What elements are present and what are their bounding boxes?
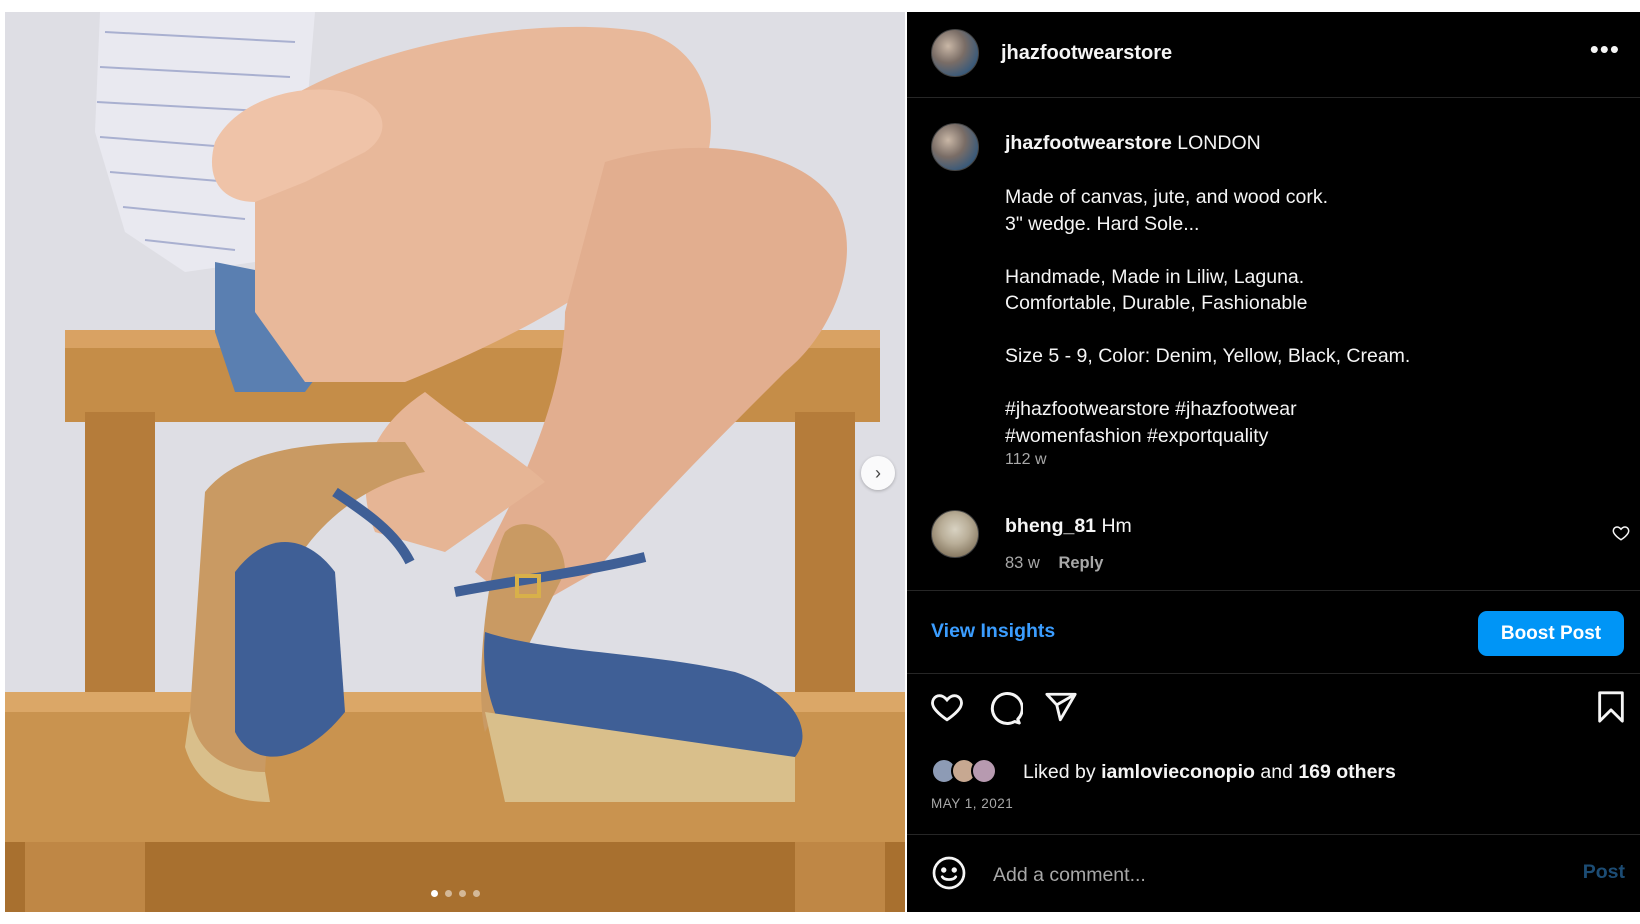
action-bar bbox=[907, 674, 1640, 760]
photo-illustration bbox=[5, 12, 905, 912]
carousel-dot bbox=[444, 890, 452, 897]
post-header: jhazfootwearstore ••• bbox=[907, 12, 1640, 98]
more-horizontal-icon[interactable]: ••• bbox=[1590, 34, 1620, 65]
caption-avatar[interactable] bbox=[931, 123, 979, 171]
reply-button[interactable]: Reply bbox=[1058, 554, 1103, 572]
caption-hashtags[interactable]: #womenfashion #exportquality bbox=[1005, 425, 1268, 447]
post-details-panel: jhazfootwearstore ••• jhazfootwearstore … bbox=[907, 12, 1640, 912]
save-bookmark-icon[interactable] bbox=[1596, 690, 1626, 729]
author-avatar[interactable] bbox=[931, 29, 979, 77]
chevron-right-icon: › bbox=[875, 462, 881, 483]
comment-item: bheng_81 Hm 83 w Reply bbox=[907, 510, 1640, 600]
liker-username[interactable]: iamlovieconopio bbox=[1101, 761, 1255, 783]
author-username[interactable]: jhazfootwearstore bbox=[1001, 42, 1172, 65]
likes-summary[interactable]: Liked by iamlovieconopio and 169 others bbox=[931, 758, 1631, 788]
share-send-icon[interactable] bbox=[1043, 690, 1079, 729]
caption-line: Handmade, Made in Liliw, Laguna. bbox=[1005, 265, 1305, 288]
caption-timestamp: 112 w bbox=[1005, 451, 1047, 468]
caption-line: 3" wedge. Hard Sole... bbox=[1005, 212, 1200, 235]
comment-timestamp: 83 w bbox=[1005, 554, 1040, 572]
emoji-smiley-icon[interactable] bbox=[931, 855, 967, 896]
carousel-indicator bbox=[5, 890, 905, 897]
likes-prefix: Liked by bbox=[1023, 761, 1096, 783]
add-comment-input[interactable] bbox=[991, 859, 1515, 891]
caption-header: jhazfootwearstore LONDON bbox=[1005, 132, 1261, 155]
likes-others[interactable]: 169 others bbox=[1298, 761, 1396, 783]
boost-post-button[interactable]: Boost Post bbox=[1478, 611, 1624, 656]
caption-text: Made of canvas, jute, and wood cork. 3" … bbox=[1005, 184, 1605, 449]
comment-body: Hm bbox=[1101, 515, 1132, 537]
caption-username[interactable]: jhazfootwearstore bbox=[1005, 132, 1172, 154]
commenter-avatar[interactable] bbox=[931, 510, 979, 558]
liker-avatar bbox=[971, 758, 997, 784]
view-insights-link[interactable]: View Insights bbox=[931, 620, 1055, 643]
carousel-dot bbox=[458, 890, 466, 897]
caption-line: Comfortable, Durable, Fashionable bbox=[1005, 292, 1308, 314]
caption-line: Made of canvas, jute, and wood cork. bbox=[1005, 186, 1329, 208]
comment-text: bheng_81 Hm bbox=[1005, 515, 1132, 538]
caption-line: Size 5 - 9, Color: Denim, Yellow, Black,… bbox=[1005, 345, 1411, 367]
insights-bar: View Insights Boost Post bbox=[907, 590, 1640, 674]
comment-meta: 83 w Reply bbox=[1005, 554, 1117, 573]
carousel-dot bbox=[472, 890, 480, 897]
carousel-next-button[interactable]: › bbox=[861, 456, 895, 490]
caption-location: LONDON bbox=[1177, 132, 1261, 154]
like-heart-icon[interactable] bbox=[929, 690, 965, 729]
add-comment-bar: Post bbox=[907, 834, 1640, 912]
caption-hashtags[interactable]: #jhazfootwearstore #jhazfootwear bbox=[1005, 398, 1297, 420]
comment-bubble-icon[interactable] bbox=[987, 690, 1024, 731]
post-photo[interactable]: › bbox=[5, 12, 905, 912]
post-date: MAY 1, 2021 bbox=[931, 796, 1014, 811]
comment-like-icon[interactable] bbox=[1612, 524, 1630, 547]
likes-joiner: and bbox=[1260, 761, 1293, 783]
carousel-dot-active bbox=[430, 890, 438, 897]
post-comment-button[interactable]: Post bbox=[1583, 861, 1625, 884]
likes-text: Liked by iamlovieconopio and 169 others bbox=[1023, 761, 1396, 784]
commenter-username[interactable]: bheng_81 bbox=[1005, 515, 1096, 537]
